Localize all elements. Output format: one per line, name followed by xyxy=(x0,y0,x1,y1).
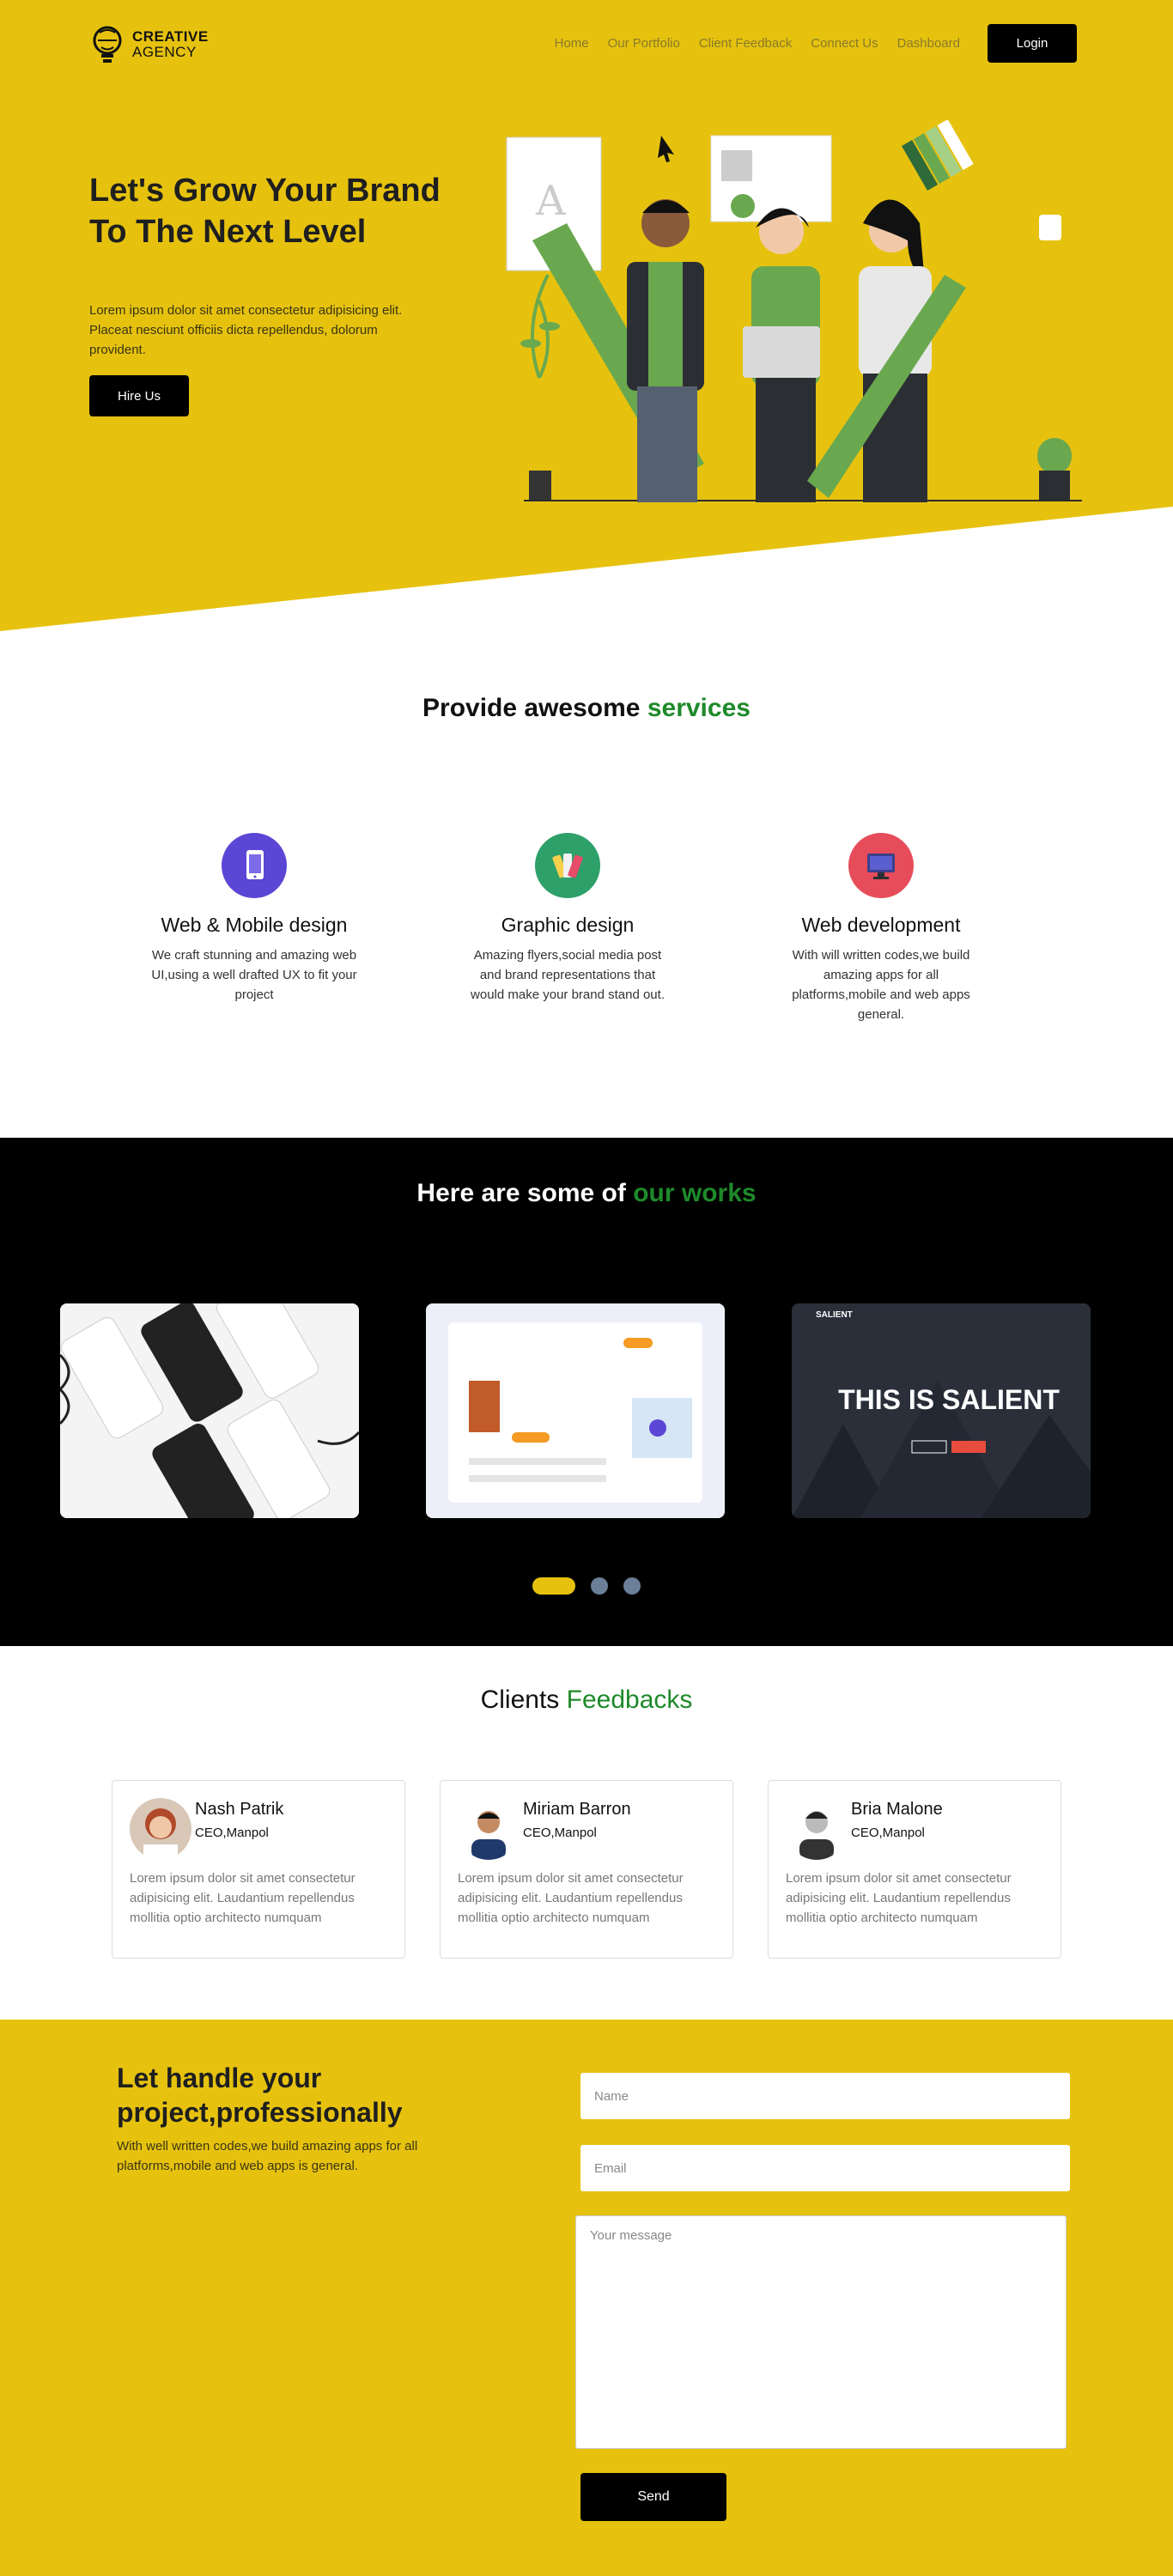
team-illustration: A xyxy=(506,120,1082,502)
avatar xyxy=(130,1798,191,1860)
nav-link-home[interactable]: Home xyxy=(555,36,589,51)
service-text: Amazing flyers,social media post and bra… xyxy=(471,948,665,1002)
hero-title: Let's Grow Your Brand To The Next Level xyxy=(89,173,441,250)
nav-link-connect-us[interactable]: Connect Us xyxy=(811,36,878,51)
service-text: We craft stunning and amazing web UI,usi… xyxy=(151,948,357,1002)
service-card-graphic: Graphic design Amazing flyers,social med… xyxy=(456,833,679,1005)
hero-description: Lorem ipsum dolor sit amet consectetur a… xyxy=(89,303,403,357)
service-title: Web development xyxy=(801,914,961,936)
feedback-card: Bria Malone CEO,Manpol Lorem ipsum dolor… xyxy=(768,1780,1061,1959)
feedback-card: Nash Patrik CEO,Manpol Lorem ipsum dolor… xyxy=(112,1780,405,1959)
salient-brand-label: SALIENT xyxy=(816,1310,853,1320)
salient-heading: THIS IS SALIENT xyxy=(838,1384,1060,1415)
client-role: CEO,Manpol xyxy=(851,1826,925,1840)
main-nav: Home Our Portfolio Client Feedback Conne… xyxy=(555,24,1077,63)
services-title: Provide awesome services xyxy=(422,694,751,722)
brand-logo[interactable]: CREATIVE AGENCY xyxy=(89,24,209,65)
nav-link-dashboard[interactable]: Dashboard xyxy=(897,36,960,51)
works-section: Here are some of our works SALIENT THIS … xyxy=(0,1138,1173,1646)
works-title: Here are some of our works xyxy=(416,1179,757,1207)
contact-description: With well written codes,we build amazing… xyxy=(117,2139,418,2173)
client-role: CEO,Manpol xyxy=(523,1826,597,1840)
message-field[interactable] xyxy=(575,2215,1067,2449)
carousel-dot-1[interactable] xyxy=(532,1577,575,1595)
carousel-dot-2[interactable] xyxy=(591,1577,608,1595)
carousel-dot-3[interactable] xyxy=(623,1577,641,1595)
client-name: Nash Patrik xyxy=(195,1800,284,1819)
svg-text:A: A xyxy=(535,177,567,225)
send-button[interactable]: Send xyxy=(580,2473,726,2521)
monitor-code-icon xyxy=(848,833,914,898)
carousel-dots xyxy=(0,1577,1173,1595)
contact-title: Let handle your project,professionally xyxy=(117,2063,403,2128)
work-card-salient[interactable]: SALIENT THIS IS SALIENT xyxy=(792,1303,1091,1518)
feedback-title: Clients Feedbacks xyxy=(480,1686,693,1714)
service-title: Graphic design xyxy=(501,914,635,936)
service-card-web-mobile: Web & Mobile design We craft stunning an… xyxy=(143,833,366,1005)
service-title: Web & Mobile design xyxy=(161,914,348,936)
client-feedback-text: Lorem ipsum dolor sit amet consectetur a… xyxy=(786,1871,1012,1925)
brand-name-line1: CREATIVE xyxy=(132,28,209,45)
client-name: Miriam Barron xyxy=(523,1800,631,1819)
avatar xyxy=(786,1798,848,1860)
lightbulb-logo-icon xyxy=(93,26,122,63)
feedback-card: Miriam Barron CEO,Manpol Lorem ipsum dol… xyxy=(440,1780,733,1959)
avatar xyxy=(458,1798,520,1860)
work-preview-image xyxy=(426,1303,725,1518)
service-card-web-dev: Web development With will written codes,… xyxy=(769,833,993,1024)
color-palette-icon xyxy=(535,833,600,898)
client-feedback-text: Lorem ipsum dolor sit amet consectetur a… xyxy=(458,1871,684,1925)
client-feedback-text: Lorem ipsum dolor sit amet consectetur a… xyxy=(130,1871,356,1925)
hire-us-button[interactable]: Hire Us xyxy=(89,375,189,416)
name-field[interactable] xyxy=(580,2073,1070,2119)
mobile-design-icon xyxy=(222,833,287,898)
work-card-mobile-app[interactable] xyxy=(60,1303,359,1518)
hero-section: CREATIVE AGENCY Home Our Portfolio Clien… xyxy=(0,0,1173,631)
nav-link-portfolio[interactable]: Our Portfolio xyxy=(608,36,680,51)
email-field[interactable] xyxy=(580,2145,1070,2191)
brand-name-line2: AGENCY xyxy=(132,44,197,60)
login-button[interactable]: Login xyxy=(988,24,1077,63)
service-text: With will written codes,we build amazing… xyxy=(792,948,970,1022)
nav-link-client-feedback[interactable]: Client Feedback xyxy=(699,36,792,51)
client-name: Bria Malone xyxy=(851,1800,943,1819)
client-role: CEO,Manpol xyxy=(195,1826,269,1840)
work-card-travel-dashboard[interactable] xyxy=(426,1303,725,1518)
contact-section: Let handle your project,professionally W… xyxy=(0,2020,1173,2576)
work-preview-image xyxy=(60,1303,359,1518)
